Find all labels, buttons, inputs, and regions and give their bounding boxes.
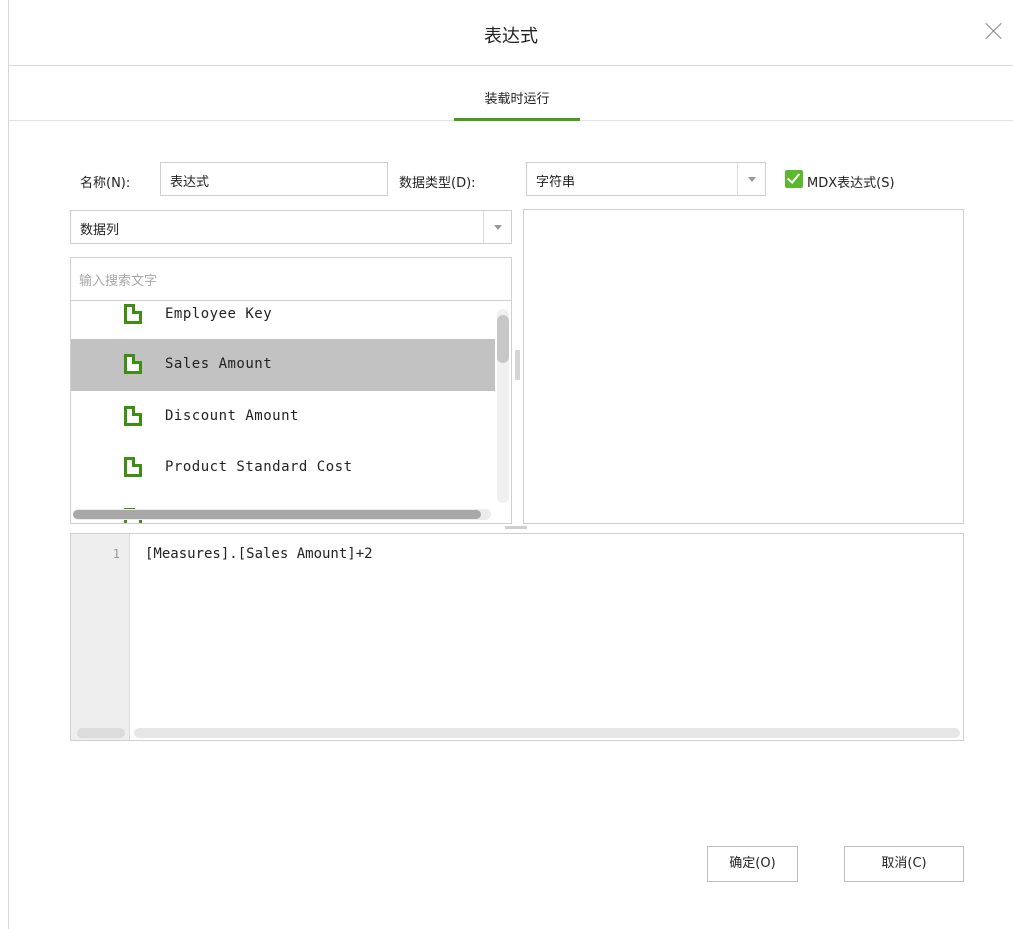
list-item-label: Discount Amount bbox=[165, 408, 299, 424]
horizontal-scroll-thumb[interactable] bbox=[73, 510, 481, 519]
name-label: 名称(N): bbox=[80, 176, 131, 191]
title-bar: 表达式 bbox=[9, 0, 1013, 66]
line-number: 1 bbox=[112, 547, 120, 561]
detail-pane bbox=[523, 209, 964, 524]
document-icon bbox=[124, 457, 142, 477]
cancel-button[interactable]: 取消(C) bbox=[844, 846, 964, 882]
code-line[interactable]: [Measures].[Sales Amount]+2 bbox=[145, 546, 373, 562]
ok-button[interactable]: 确定(O) bbox=[707, 846, 798, 882]
expression-editor[interactable]: 1 [Measures].[Sales Amount]+2 bbox=[70, 533, 964, 741]
list-item-label: Product Standard Cost bbox=[165, 459, 353, 475]
name-input[interactable]: 表达式 bbox=[160, 162, 388, 196]
editor-horizontal-scrollbar[interactable] bbox=[134, 728, 960, 738]
document-icon bbox=[124, 406, 142, 426]
close-icon[interactable] bbox=[983, 20, 1005, 42]
list-item-selected[interactable]: Sales Amount bbox=[71, 339, 495, 391]
datatype-label: 数据类型(D): bbox=[399, 176, 476, 191]
category-value: 数据列 bbox=[80, 223, 120, 238]
chevron-down-icon[interactable] bbox=[737, 163, 765, 195]
chevron-down-icon[interactable] bbox=[483, 211, 511, 243]
list-item-label: Employee Key bbox=[165, 306, 273, 322]
expression-dialog: 表达式 装载时运行 名称(N): 表达式 数据类型(D): 字符串 MDX表达式… bbox=[0, 0, 1013, 929]
list-item[interactable]: Product Standard Cost bbox=[71, 442, 495, 494]
horizontal-splitter-handle[interactable] bbox=[505, 526, 527, 529]
vertical-scroll-thumb[interactable] bbox=[497, 315, 509, 363]
dialog-border bbox=[8, 0, 9, 929]
dialog-title: 表达式 bbox=[484, 26, 538, 47]
search-input[interactable]: 输入搜索文字 bbox=[70, 257, 512, 301]
gutter-scrollbar bbox=[77, 728, 125, 738]
vertical-splitter-handle[interactable] bbox=[515, 350, 520, 380]
list-item[interactable]: Discount Amount bbox=[71, 391, 495, 443]
category-select[interactable]: 数据列 bbox=[70, 210, 512, 244]
document-icon bbox=[124, 304, 142, 324]
line-gutter: 1 bbox=[71, 534, 130, 740]
datatype-select[interactable]: 字符串 bbox=[526, 162, 766, 196]
tab-label: 装载时运行 bbox=[484, 92, 550, 107]
list-item[interactable]: Employee Key bbox=[71, 301, 495, 341]
datatype-value: 字符串 bbox=[536, 175, 576, 190]
list-item-label: Sales Amount bbox=[165, 356, 273, 372]
tab-active-indicator bbox=[454, 118, 580, 121]
tab-run-on-load[interactable]: 装载时运行 bbox=[454, 88, 580, 121]
document-icon bbox=[124, 354, 142, 374]
field-list: Employee Key Sales Amount Discount Amoun… bbox=[70, 300, 512, 524]
mdx-label[interactable]: MDX表达式(S) bbox=[807, 172, 895, 191]
mdx-checkbox[interactable] bbox=[785, 170, 803, 188]
tab-bar: 装载时运行 bbox=[9, 66, 1013, 121]
